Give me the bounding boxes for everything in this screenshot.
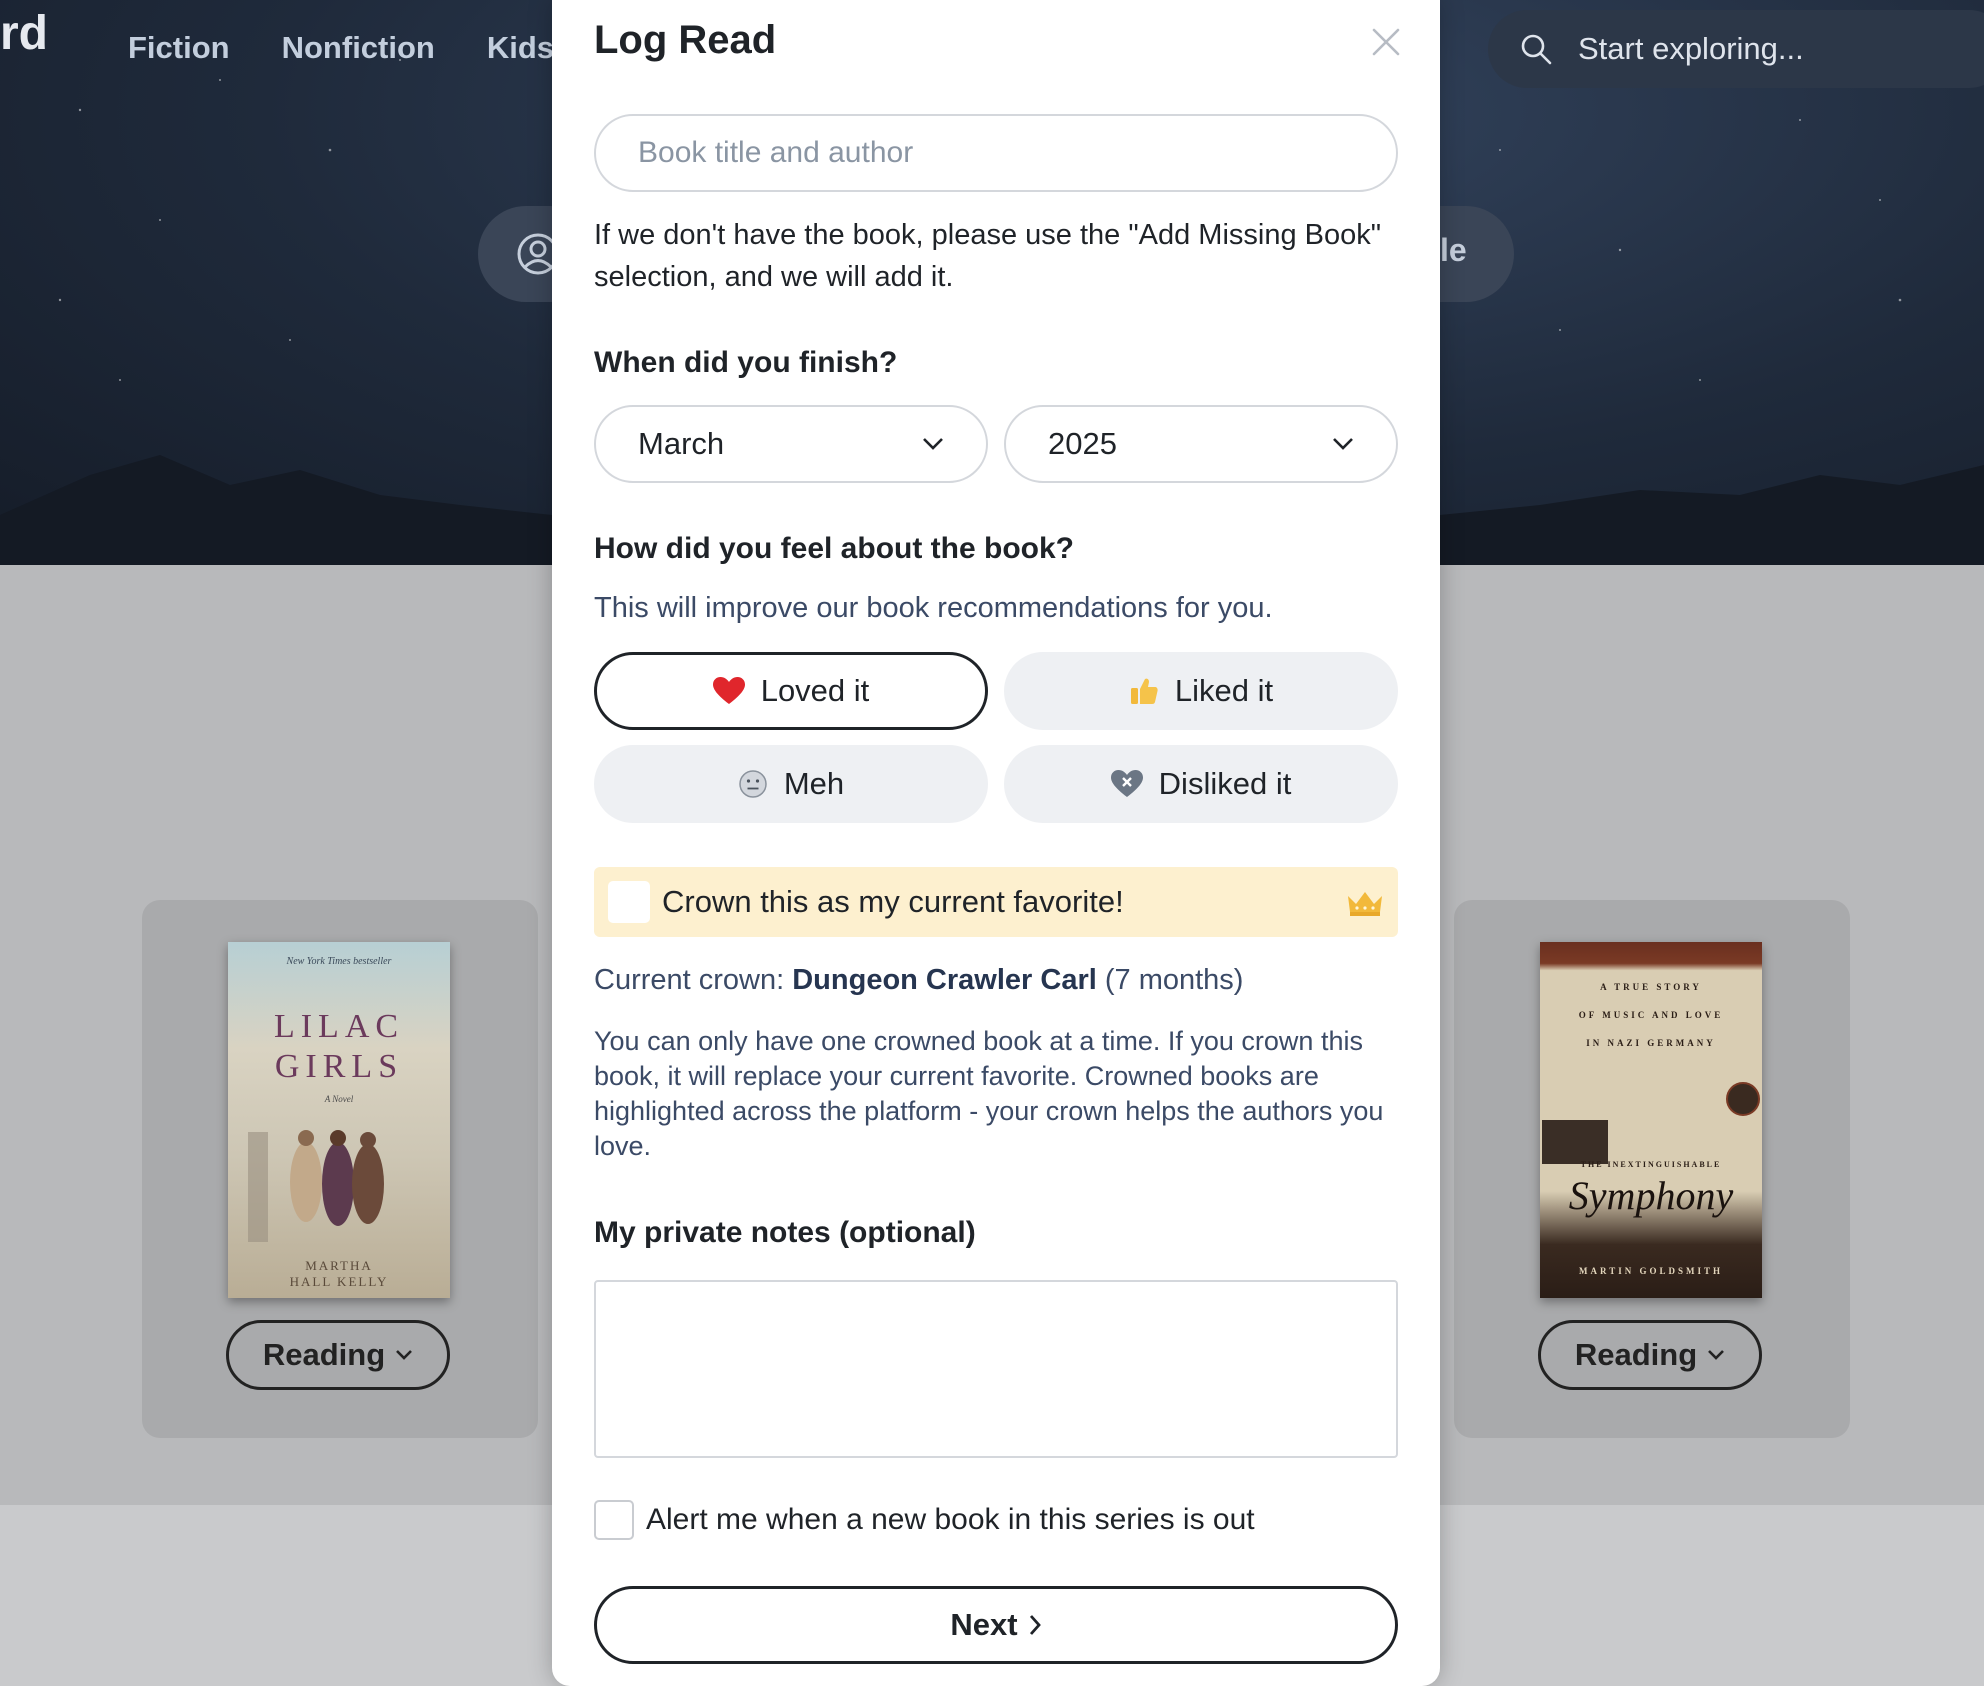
cover-seal — [1726, 1082, 1760, 1116]
meh-label: Meh — [783, 766, 845, 801]
book-cover-lilac-girls[interactable]: New York Times bestseller LILAC GIRLS A … — [228, 942, 450, 1298]
loved-it-label: Loved it — [760, 673, 870, 708]
liked-it-label: Liked it — [1174, 673, 1274, 708]
cover-text: A Novel — [324, 1094, 354, 1104]
reading-status-label: Reading — [262, 1337, 386, 1372]
finish-date-label: When did you finish? — [594, 346, 898, 379]
chevron-down-icon — [1708, 1350, 1725, 1360]
year-select[interactable]: 2025 — [1004, 405, 1398, 483]
cover-photo — [1542, 1120, 1608, 1164]
series-alert-label: Alert me when a new book in this series … — [646, 1503, 1255, 1536]
site-logo[interactable]: rd — [0, 6, 48, 61]
cover-text: HALL KELLY — [289, 1274, 389, 1289]
crown-info-text: You can only have one crowned book at a … — [594, 1026, 1384, 1161]
search-icon — [1521, 34, 1552, 65]
month-value: March — [638, 426, 725, 461]
chevron-down-icon — [1333, 438, 1353, 450]
cover-text: GIRLS — [274, 1048, 404, 1085]
book-card: A TRUE STORY OF MUSIC AND LOVE IN NAZI G… — [1454, 900, 1850, 1438]
cover-text: THE INEXTINGUISHABLE — [1580, 1160, 1722, 1169]
reading-status-button[interactable]: Reading — [226, 1320, 450, 1390]
top-nav: Fiction Nonfiction Kids — [128, 30, 554, 66]
modal-title: Log Read — [594, 18, 777, 62]
cover-text: IN NAZI GERMANY — [1586, 1038, 1716, 1048]
year-value: 2025 — [1048, 426, 1117, 461]
book-cover-inextinguishable-symphony[interactable]: A TRUE STORY OF MUSIC AND LOVE IN NAZI G… — [1540, 942, 1762, 1298]
disliked-it-button[interactable]: Disliked it — [1004, 745, 1398, 823]
cover-text: MARTHA — [305, 1258, 373, 1273]
cover-text: New York Times bestseller — [286, 956, 392, 967]
meh-button[interactable]: Meh — [594, 745, 988, 823]
nav-nonfiction[interactable]: Nonfiction — [282, 30, 435, 66]
close-icon[interactable] — [1370, 26, 1402, 58]
cover-text: A TRUE STORY — [1600, 982, 1702, 992]
cover-text: Symphony — [1568, 1173, 1734, 1218]
nav-kids[interactable]: Kids — [487, 30, 554, 66]
chevron-down-icon — [396, 1350, 413, 1360]
reading-status-label: Reading — [1574, 1337, 1698, 1372]
month-select[interactable]: March — [594, 405, 988, 483]
current-crown-title[interactable]: Dungeon Crawler Carl — [792, 964, 1097, 996]
log-read-modal: Log Read If we don't have the book, plea… — [552, 0, 1440, 1686]
series-alert-row[interactable]: Alert me when a new book in this series … — [594, 1500, 1255, 1540]
chevron-down-icon — [923, 438, 943, 450]
missing-book-helper: If we don't have the book, please use th… — [594, 219, 1382, 293]
cover-text: LILAC — [273, 1008, 405, 1045]
cover-text: MARTIN GOLDSMITH — [1579, 1266, 1723, 1276]
series-alert-checkbox[interactable] — [594, 1500, 634, 1540]
crown-icon — [1348, 892, 1382, 916]
feel-subtext: This will improve our book recommendatio… — [594, 592, 1273, 624]
book-card: New York Times bestseller LILAC GIRLS A … — [142, 900, 538, 1438]
search-placeholder: Start exploring... — [1578, 31, 1804, 66]
neutral-face-icon — [739, 770, 767, 798]
nav-fiction[interactable]: Fiction — [128, 30, 230, 66]
crown-favorite-row[interactable]: Crown this as my current favorite! — [594, 867, 1398, 937]
disliked-it-label: Disliked it — [1158, 766, 1292, 801]
cover-text: OF MUSIC AND LOVE — [1578, 1010, 1724, 1020]
current-crown-duration: (7 months) — [1096, 964, 1244, 996]
cover-illustration — [248, 1130, 384, 1242]
liked-it-button[interactable]: Liked it — [1004, 652, 1398, 730]
feel-label: How did you feel about the book? — [594, 532, 1074, 565]
crown-label: Crown this as my current favorite! — [662, 884, 1124, 919]
reading-status-button[interactable]: Reading — [1538, 1320, 1762, 1390]
notes-label: My private notes (optional) — [594, 1216, 976, 1249]
thumbs-up-icon — [1130, 678, 1158, 704]
broken-heart-x-icon — [1110, 770, 1143, 797]
current-crown: Current crown: Dungeon Crawler Carl (7 m… — [594, 964, 1243, 997]
search-bar[interactable]: Start exploring... — [1488, 10, 1984, 88]
book-search-input[interactable] — [594, 114, 1398, 192]
heart-icon — [712, 677, 745, 704]
next-label: Next — [950, 1607, 1018, 1642]
crown-checkbox[interactable] — [608, 881, 650, 923]
current-crown-prefix: Current crown: — [594, 964, 793, 996]
loved-it-button[interactable]: Loved it — [594, 652, 988, 730]
private-notes-textarea[interactable] — [594, 1280, 1398, 1458]
hero-pill-text: le — [1440, 232, 1467, 268]
next-button[interactable]: Next — [594, 1586, 1398, 1664]
chevron-right-icon — [1029, 1615, 1041, 1635]
